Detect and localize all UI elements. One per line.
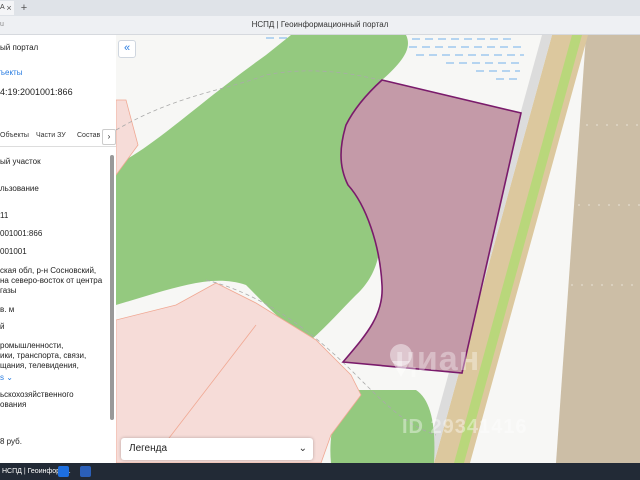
object-info-panel: ый портал ъекты 4:19:2001001:866 Объекты… (0, 35, 117, 463)
objects-link[interactable]: ъекты (0, 68, 22, 78)
cadastral-number: 4:19:2001001:866 (0, 87, 73, 97)
info-row: газы (0, 286, 17, 295)
info-row: щания, телевидения, (0, 361, 79, 370)
tabs-next-button[interactable]: › (102, 129, 116, 145)
os-taskbar: НСПД | Геоинформ... (0, 463, 640, 480)
info-row: 8 руб. (0, 437, 22, 446)
panel-scrollbar[interactable] (110, 155, 114, 420)
browser-tab-strip: А × + (0, 0, 640, 16)
info-row: ромышленности, (0, 341, 64, 350)
info-row: ская обл, р-н Сосновский, (0, 266, 97, 275)
legend-label: Легенда (129, 443, 168, 454)
word-icon[interactable] (80, 466, 91, 477)
watermark-id: ID 29341416 (402, 416, 528, 438)
chevron-down-icon: ⌄ (298, 443, 307, 454)
address-bar: u НСПД | Геоинформационный портал (0, 16, 640, 35)
info-row: 001001 (0, 247, 27, 256)
info-row: ьскохозяйственного (0, 390, 74, 399)
map-canvas[interactable] (116, 35, 640, 463)
new-tab-button[interactable]: + (18, 0, 30, 16)
collapse-panel-button[interactable]: « (118, 40, 136, 58)
show-more-link[interactable]: s ⌄ (0, 373, 13, 383)
info-row: 001001:866 (0, 229, 43, 238)
watermark: циан (395, 340, 481, 378)
page-title: НСПД | Геоинформационный портал (251, 20, 389, 29)
info-row: ования (0, 400, 27, 409)
info-row: на северо-восток от центра (0, 276, 103, 285)
tab-composition[interactable]: Состав (77, 132, 100, 139)
legend-dropdown[interactable]: Легенда ⌄ (121, 438, 313, 460)
tab-objects[interactable]: Объекты (0, 132, 29, 139)
info-row: й (0, 322, 5, 331)
edge-icon[interactable] (58, 466, 69, 477)
info-row: ый участок (0, 157, 41, 166)
info-tabs: Объекты Части ЗУ Состав › (0, 128, 116, 147)
info-row: в. м (0, 305, 15, 314)
tab-parts[interactable]: Части ЗУ (36, 132, 66, 139)
close-tab-icon[interactable]: × (4, 0, 14, 16)
portal-name: ый портал (0, 43, 39, 52)
info-row: 11 (0, 211, 9, 220)
info-row: льзование (0, 184, 39, 193)
info-row: ики, транспорта, связи, (0, 351, 87, 360)
map-svg (116, 35, 640, 463)
